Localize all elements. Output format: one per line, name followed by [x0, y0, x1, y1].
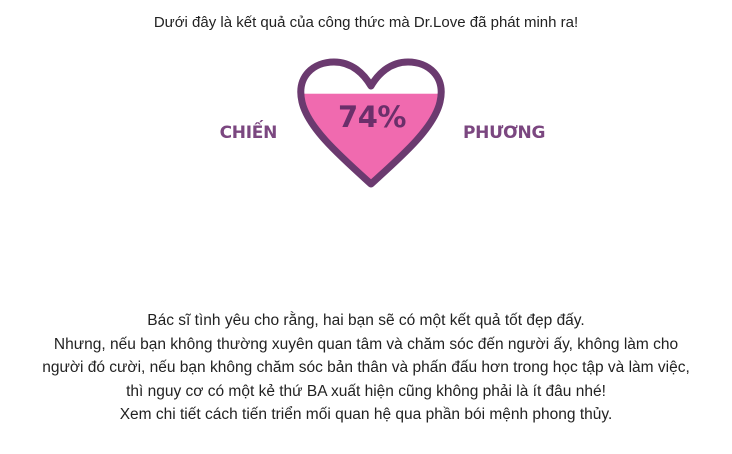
message-line: Bác sĩ tình yêu cho rằng, hai bạn sẽ có …	[147, 312, 585, 329]
name-right: PHƯƠNG	[463, 123, 546, 143]
love-meter: 74%	[292, 56, 450, 193]
match-percent: 74%	[338, 100, 406, 134]
message-line: Xem chi tiết cách tiến triển mối quan hệ…	[119, 406, 613, 423]
message-line: thì nguy cơ có một kẻ thứ BA xuất hiện c…	[126, 382, 606, 400]
name-left: CHIẾN	[219, 123, 278, 143]
message-line: người đó cười, nếu bạn không chăm sóc bả…	[42, 359, 690, 376]
message-line: Nhưng, nếu bạn không thường xuyên quan t…	[53, 335, 679, 353]
intro-text: Dưới đây là kết quả của công thức mà Dr.…	[153, 14, 579, 31]
result-message: Bác sĩ tình yêu cho rằng, hai bạn sẽ có …	[0, 309, 732, 427]
